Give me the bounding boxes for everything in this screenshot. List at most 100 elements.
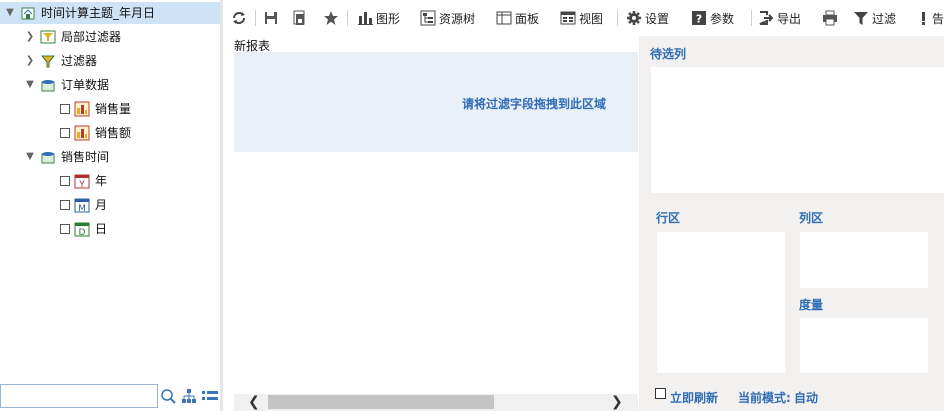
filter-drop-area[interactable]: 请将过滤字段拖拽到此区域: [234, 52, 638, 152]
params-button[interactable]: ? 参数: [691, 8, 734, 28]
svg-text:Y: Y: [78, 180, 85, 189]
tree-root-label: 时间计算主题_年月日: [41, 6, 156, 20]
field-checkbox[interactable]: [60, 128, 70, 138]
chart-button[interactable]: 图形: [357, 8, 400, 28]
panel-splitter[interactable]: [220, 0, 223, 411]
expand-arrow-icon[interactable]: ❯: [24, 55, 36, 67]
tree-item-label: 月: [95, 198, 108, 212]
field-checkbox[interactable]: [60, 224, 70, 234]
tree-item-filter[interactable]: ❯ 过滤器: [24, 50, 97, 72]
refresh-button[interactable]: [231, 8, 250, 28]
filter-funnel-icon: [40, 53, 56, 69]
view-button[interactable]: 视图: [560, 8, 603, 28]
rows-title: 行区: [656, 211, 681, 225]
settings-button-label: 设置: [645, 11, 670, 26]
panel-button-label: 面板: [515, 11, 540, 26]
expand-arrow-icon[interactable]: ❯: [24, 31, 36, 43]
columns-title: 列区: [799, 211, 824, 225]
tree-item-sales-amount[interactable]: 销售额: [60, 122, 131, 144]
tree-item-day[interactable]: D 日: [60, 218, 107, 240]
panel-button[interactable]: 面板: [496, 8, 539, 28]
scroll-right-icon[interactable]: ❯: [611, 395, 623, 410]
resource-tree-icon: [420, 10, 436, 26]
view-button-label: 视图: [579, 11, 604, 26]
settings-button[interactable]: 设置: [626, 8, 669, 28]
favorite-button[interactable]: [323, 8, 342, 28]
topic-icon: [20, 5, 36, 21]
tree-item-order-data[interactable]: ▼ 订单数据: [24, 74, 109, 96]
help-params-icon: ?: [691, 10, 707, 26]
tree-item-month[interactable]: M 月: [60, 194, 107, 216]
tree-view-icon[interactable]: [181, 388, 197, 404]
save-as-icon: [291, 10, 307, 26]
save-button[interactable]: [263, 8, 282, 28]
tree-item-label: 销售额: [95, 126, 132, 140]
printer-icon: [822, 10, 838, 26]
current-mode-label: 当前模式:: [738, 391, 791, 405]
params-button-label: 参数: [710, 11, 735, 26]
export-button[interactable]: 导出: [758, 8, 801, 28]
tree-search-input[interactable]: [0, 384, 158, 408]
horizontal-scrollbar[interactable]: ❮ ❯: [234, 394, 638, 411]
measure-icon: [74, 125, 90, 141]
current-mode-value[interactable]: 自动: [794, 389, 818, 406]
filter-drop-hint: 请将过滤字段拖拽到此区域: [462, 97, 607, 111]
field-layout-panel: 待选列 行区 列区 度量 立即刷新 当前模式: 自动: [639, 36, 944, 411]
tree-item-label: 销售时间: [61, 150, 110, 164]
rows-drop-zone[interactable]: [657, 232, 785, 373]
collapse-arrow-icon[interactable]: ▼: [24, 79, 36, 91]
toolbar-separator: [751, 10, 752, 26]
measures-title: 度量: [799, 298, 824, 312]
refresh-now-label: 立即刷新: [670, 391, 719, 405]
collapse-arrow-icon[interactable]: ▼: [4, 7, 16, 19]
measures-drop-zone[interactable]: [800, 318, 928, 373]
toolbar-separator: [347, 10, 348, 26]
export-button-label: 导出: [777, 11, 802, 26]
resource-tree-panel: ▼ 时间计算主题_年月日 ❯ 局部过滤器 ❯ 过滤器 ▼ 订单数据 销售量 销售…: [0, 0, 220, 411]
calendar-month-icon: M: [74, 197, 90, 214]
panel-icon: [496, 10, 512, 26]
columns-drop-zone[interactable]: [800, 232, 928, 288]
calendar-year-icon: Y: [74, 173, 90, 190]
funnel-icon: [853, 10, 869, 26]
view-icon: [560, 10, 576, 26]
tree-item-label: 局部过滤器: [61, 30, 122, 44]
scroll-left-icon[interactable]: ❮: [248, 395, 260, 410]
refresh-now-checkbox[interactable]: [655, 388, 666, 399]
tree-item-label: 过滤器: [61, 54, 98, 68]
search-icon[interactable]: [160, 388, 176, 404]
measure-icon: [74, 101, 90, 117]
tree-item-sales-time[interactable]: ▼ 销售时间: [24, 146, 109, 168]
toolbar: 图形 资源树 面板 视图 设置 ? 参数 导出 过滤 告: [223, 0, 944, 36]
chart-button-label: 图形: [376, 11, 401, 26]
save-icon: [263, 10, 279, 26]
dataset-icon: [40, 149, 56, 165]
list-view-icon[interactable]: [201, 388, 219, 404]
toolbar-separator: [617, 10, 618, 26]
bar-chart-icon: [357, 10, 373, 26]
alert-button[interactable]: 告: [919, 8, 944, 28]
tree-item-local-filter[interactable]: ❯ 局部过滤器: [24, 26, 121, 48]
filter-button-label: 过滤: [872, 11, 897, 26]
save-as-button[interactable]: [291, 8, 310, 28]
resource-tree-button-label: 资源树: [439, 11, 476, 26]
candidates-list[interactable]: [651, 67, 944, 193]
print-button[interactable]: [822, 8, 841, 28]
collapse-arrow-icon[interactable]: ▼: [24, 151, 36, 163]
calendar-day-icon: D: [74, 221, 90, 238]
tree-root[interactable]: ▼ 时间计算主题_年月日: [0, 2, 220, 24]
star-icon: [323, 10, 339, 26]
field-checkbox[interactable]: [60, 104, 70, 114]
tree-item-label: 订单数据: [61, 78, 110, 92]
resource-tree-button[interactable]: 资源树: [420, 8, 475, 28]
svg-text:M: M: [78, 204, 86, 213]
field-checkbox[interactable]: [60, 176, 70, 186]
local-filter-icon: [40, 29, 56, 45]
tree-item-year[interactable]: Y 年: [60, 170, 107, 192]
tree-item-sales-qty[interactable]: 销售量: [60, 98, 131, 120]
toolbar-separator: [255, 10, 256, 26]
scrollbar-thumb[interactable]: [268, 395, 494, 409]
filter-button[interactable]: 过滤: [853, 8, 896, 28]
field-checkbox[interactable]: [60, 200, 70, 210]
export-icon: [758, 10, 774, 26]
